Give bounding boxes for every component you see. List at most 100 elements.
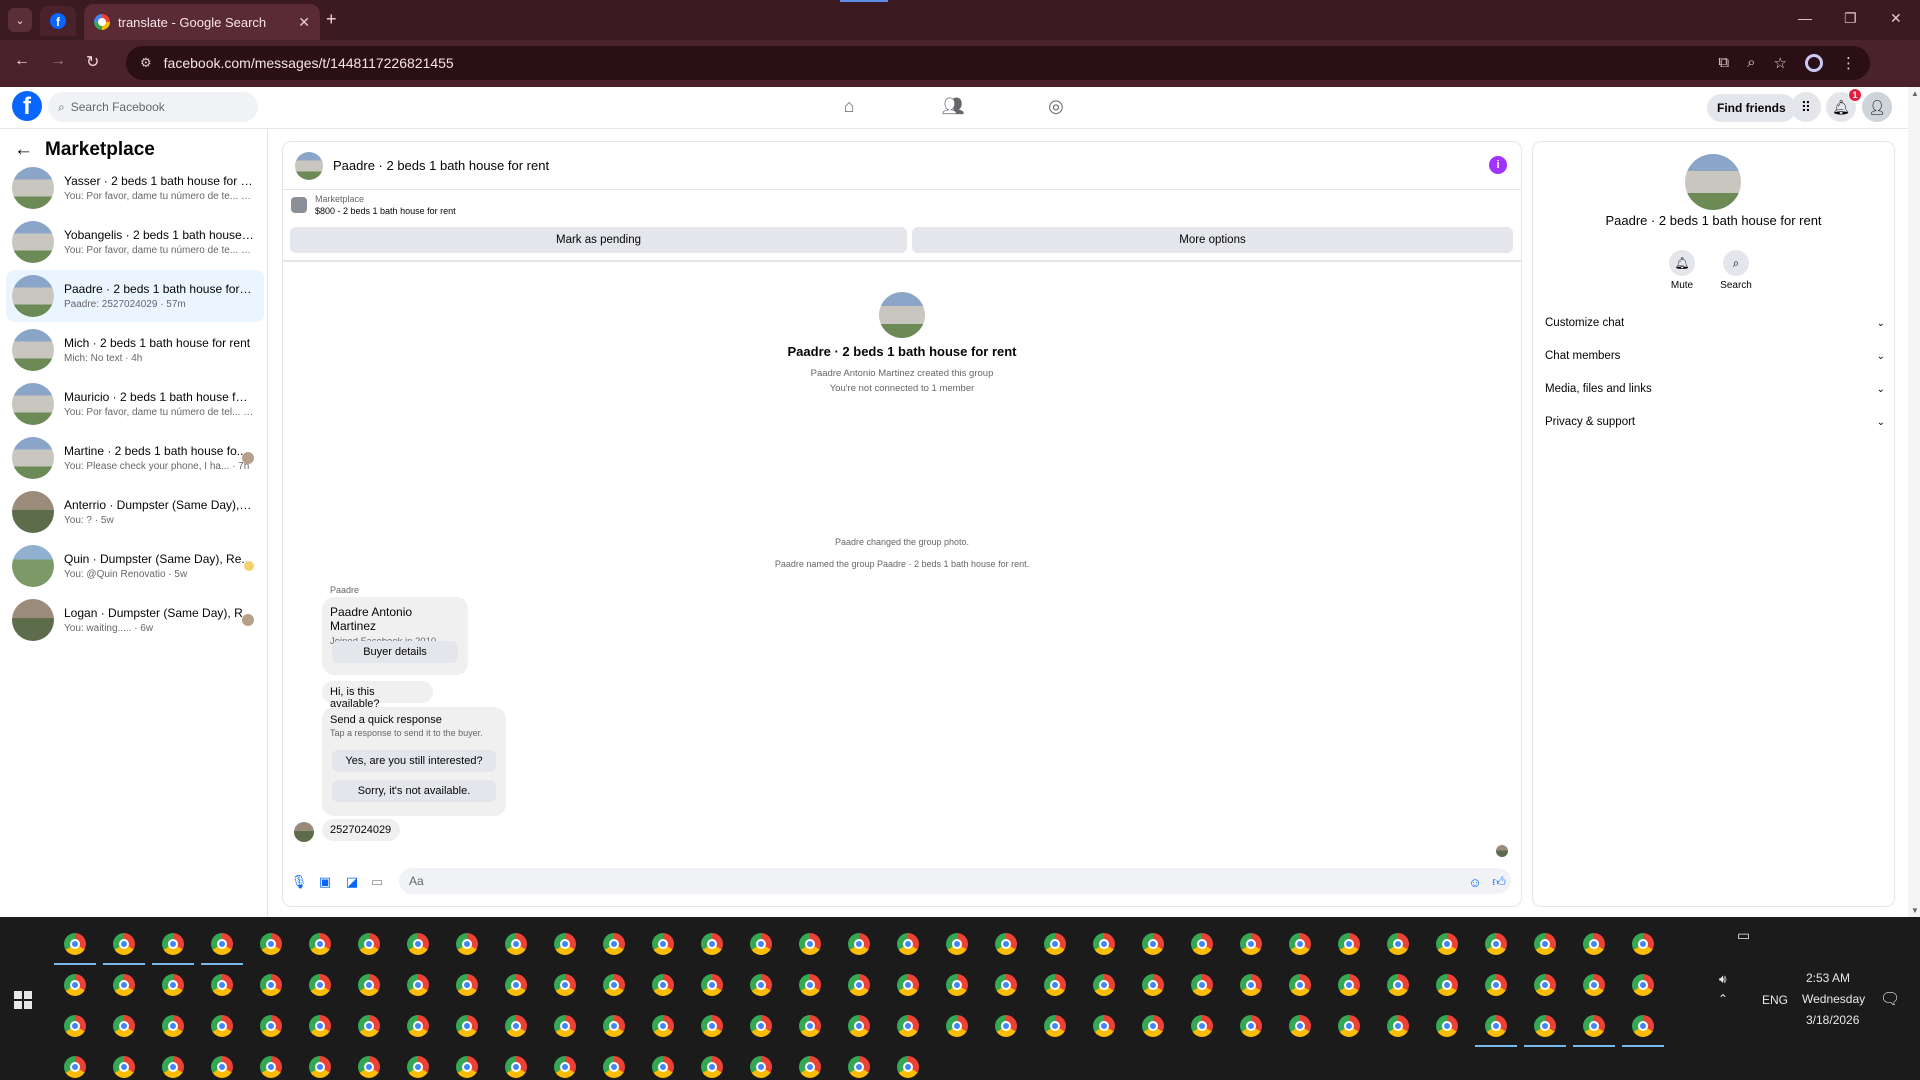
language-indicator[interactable]: ENG [1762, 993, 1788, 1007]
taskbar-chrome-icon[interactable] [113, 1056, 135, 1078]
buyer-details-button[interactable]: Buyer details [332, 641, 458, 663]
taskbar-chrome-icon[interactable] [1583, 974, 1605, 996]
account-avatar[interactable]: 👤︎ [1862, 92, 1892, 122]
taskbar-chrome-icon[interactable] [1338, 974, 1360, 996]
marketplace-banner[interactable]: Marketplace $800 - 2 beds 1 bath house f… [291, 194, 456, 216]
friends-icon[interactable]: 👥︎ [941, 96, 965, 118]
back-button[interactable]: ← [14, 52, 30, 70]
scroll-down-icon[interactable]: ▼ [1911, 906, 1919, 915]
taskbar-chrome-icon[interactable] [1436, 1015, 1458, 1037]
tab-search-button[interactable]: ⌄ [8, 8, 32, 32]
taskbar-chrome-icon[interactable] [1240, 974, 1262, 996]
chat-members-row[interactable]: Chat members ⌄ [1545, 343, 1885, 369]
taskbar-chrome-icon[interactable] [701, 974, 723, 996]
taskbar-chrome-icon[interactable] [1485, 933, 1507, 955]
bookmark-star-icon[interactable]: ☆ [1774, 54, 1787, 72]
taskbar-chrome-icon[interactable] [652, 1056, 674, 1078]
taskbar-chrome-icon[interactable] [407, 1056, 429, 1078]
taskbar-chrome-icon[interactable] [211, 1056, 233, 1078]
taskbar-chrome-icon[interactable] [750, 1056, 772, 1078]
taskbar-chrome-icon[interactable] [554, 1056, 576, 1078]
taskbar-chrome-icon[interactable] [64, 933, 86, 955]
taskbar-chrome-icon[interactable] [505, 1015, 527, 1037]
taskbar-chrome-icon[interactable] [505, 1056, 527, 1078]
taskbar-chrome-icon[interactable] [750, 974, 772, 996]
taskbar-chrome-icon[interactable] [1485, 974, 1507, 996]
install-app-icon[interactable]: ⧉ [1718, 54, 1729, 72]
menu-dots-icon[interactable]: ⋮ [1841, 54, 1856, 72]
gif-icon[interactable]: ▭ [369, 874, 385, 890]
taskbar-chrome-icon[interactable] [1436, 974, 1458, 996]
taskbar-chrome-icon[interactable] [456, 1015, 478, 1037]
taskbar-chrome-icon[interactable] [1289, 1015, 1311, 1037]
taskbar-chrome-icon[interactable] [1044, 1015, 1066, 1037]
taskbar-chrome-icon[interactable] [848, 933, 870, 955]
photo-icon[interactable]: ▣ [317, 874, 333, 890]
clock-date[interactable]: 3/18/2026 [1806, 1013, 1859, 1027]
taskbar-chrome-icon[interactable] [946, 974, 968, 996]
taskbar-chrome-icon[interactable] [799, 1056, 821, 1078]
taskbar-chrome-icon[interactable] [603, 1056, 625, 1078]
reload-button[interactable]: ↻ [86, 52, 99, 72]
conversation-item[interactable]: Martine · 2 beds 1 bath house fo... You: … [6, 432, 264, 484]
taskbar-chrome-icon[interactable] [848, 1056, 870, 1078]
conversation-item[interactable]: Logan · Dumpster (Same Day), R... You: wa… [6, 594, 264, 646]
taskbar-chrome-icon[interactable] [1142, 933, 1164, 955]
taskbar-chrome-icon[interactable] [1534, 933, 1556, 955]
address-bar[interactable]: ⚙ facebook.com/messages/t/14481172268214… [126, 46, 1870, 80]
taskbar-chrome-icon[interactable] [1387, 933, 1409, 955]
close-window-button[interactable]: ✕ [1890, 10, 1902, 27]
taskbar-chrome-icon[interactable] [1191, 1015, 1213, 1037]
taskbar-chrome-icon[interactable] [750, 933, 772, 955]
taskbar-chrome-icon[interactable] [1289, 933, 1311, 955]
volume-icon[interactable]: 🔊︎ [1719, 972, 1727, 987]
search-icon[interactable]: ⌕ [1723, 250, 1749, 276]
more-options-button[interactable]: More options [912, 227, 1513, 253]
media-files-row[interactable]: Media, files and links ⌄ [1545, 376, 1885, 402]
zoom-icon[interactable]: ⌕ [1747, 54, 1755, 72]
home-icon[interactable]: ⌂ [837, 96, 861, 118]
taskbar-chrome-icon[interactable] [1485, 1015, 1507, 1037]
taskbar-chrome-icon[interactable] [1191, 933, 1213, 955]
taskbar-chrome-icon[interactable] [162, 1015, 184, 1037]
taskbar-chrome-icon[interactable] [113, 933, 135, 955]
taskbar-chrome-icon[interactable] [64, 974, 86, 996]
mark-pending-button[interactable]: Mark as pending [290, 227, 907, 253]
taskbar-chrome-icon[interactable] [946, 1015, 968, 1037]
taskbar-chrome-icon[interactable] [995, 933, 1017, 955]
emoji-icon[interactable]: ☺ [1467, 874, 1483, 890]
scroll-up-icon[interactable]: ▲ [1911, 89, 1919, 98]
forward-button[interactable]: → [50, 52, 66, 70]
bell-icon[interactable]: 🔔︎ [1669, 250, 1695, 276]
desktop-icon[interactable]: ▭ [1737, 927, 1750, 944]
minimize-button[interactable]: — [1798, 10, 1812, 26]
conversation-item[interactable]: Mauricio · 2 beds 1 bath house for ... Yo… [6, 378, 264, 430]
taskbar-chrome-icon[interactable] [799, 974, 821, 996]
taskbar-chrome-icon[interactable] [358, 1015, 380, 1037]
conversation-item[interactable]: Mich · 2 beds 1 bath house for rent Mich:… [6, 324, 264, 376]
taskbar-chrome-icon[interactable] [113, 974, 135, 996]
taskbar-chrome-icon[interactable] [211, 974, 233, 996]
taskbar-chrome-icon[interactable] [456, 1056, 478, 1078]
taskbar-chrome-icon[interactable] [407, 1015, 429, 1037]
quick-yes-button[interactable]: Yes, are you still interested? [332, 750, 496, 772]
taskbar-chrome-icon[interactable] [456, 974, 478, 996]
taskbar-chrome-icon[interactable] [64, 1056, 86, 1078]
taskbar-chrome-icon[interactable] [897, 1015, 919, 1037]
conversation-item[interactable]: Yobangelis · 2 beds 1 bath house f... You… [6, 216, 264, 268]
taskbar-chrome-icon[interactable] [162, 1056, 184, 1078]
taskbar-chrome-icon[interactable] [1044, 974, 1066, 996]
notification-center-icon[interactable]: 🗨︎ [1880, 989, 1900, 1009]
facebook-search-input[interactable]: ⌕ Search Facebook [48, 92, 258, 122]
taskbar-chrome-icon[interactable] [1240, 933, 1262, 955]
taskbar-chrome-icon[interactable] [1436, 933, 1458, 955]
taskbar-chrome-icon[interactable] [897, 1056, 919, 1078]
taskbar-chrome-icon[interactable] [701, 1056, 723, 1078]
taskbar-chrome-icon[interactable] [1142, 1015, 1164, 1037]
site-info-icon[interactable]: ⚙ [140, 55, 152, 71]
taskbar-chrome-icon[interactable] [1387, 1015, 1409, 1037]
find-friends-button[interactable]: Find friends [1707, 94, 1796, 122]
page-scrollbar[interactable]: ▲ ▼ [1908, 87, 1920, 917]
taskbar-chrome-icon[interactable] [1534, 1015, 1556, 1037]
thumbs-up-icon[interactable]: 👍︎ [1491, 874, 1507, 890]
